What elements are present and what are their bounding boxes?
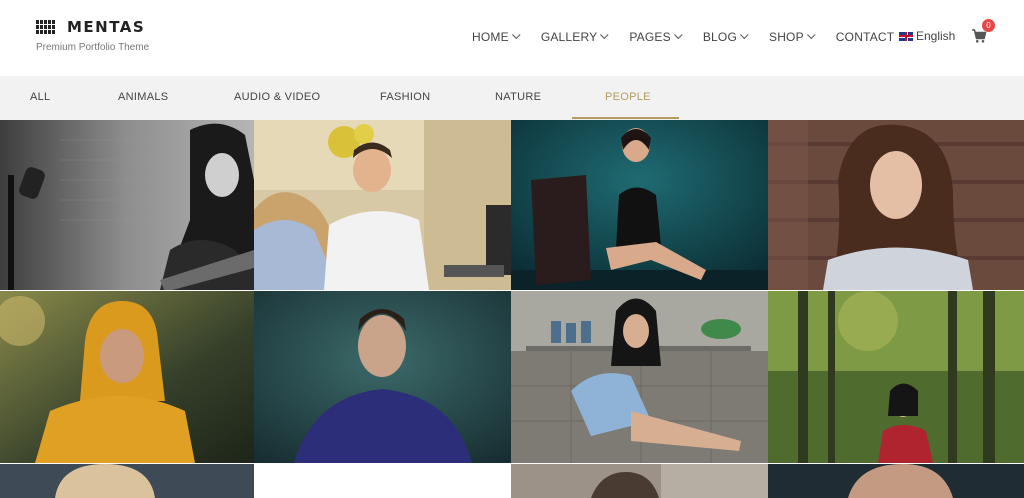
chevron-down-icon: [600, 30, 609, 40]
filter-animals[interactable]: ANIMALS: [118, 91, 168, 103]
brand-tagline: Premium Portfolio Theme: [36, 42, 150, 53]
gallery-item-man-portrait[interactable]: [768, 464, 1024, 498]
nav-item-label: CONTACT: [835, 30, 895, 44]
gallery-item-portrait[interactable]: [511, 464, 768, 498]
active-filter-indicator: [572, 117, 679, 119]
site-header: MENTAS Premium Portfolio Theme HOME GALL…: [0, 0, 1024, 76]
gallery-item-forest-woman[interactable]: [768, 291, 1024, 463]
brand-name: MENTAS: [67, 18, 146, 36]
cart-count-badge: 0: [982, 19, 995, 32]
filter-people[interactable]: PEOPLE: [605, 91, 651, 103]
filter-nature[interactable]: NATURE: [495, 91, 541, 103]
portfolio-grid: [0, 120, 1024, 498]
nav-item-shop[interactable]: SHOP: [768, 30, 816, 44]
nav-item-label: PAGES: [629, 30, 671, 44]
nav-item-label: HOME: [472, 30, 509, 44]
nav-item-label: GALLERY: [540, 30, 598, 44]
nav-item-blog[interactable]: BLOG: [702, 30, 749, 44]
chevron-down-icon: [740, 30, 749, 40]
filter-fashion[interactable]: FASHION: [380, 91, 430, 103]
gallery-item-yellow-hoodie-man[interactable]: [0, 291, 254, 463]
site-logo[interactable]: MENTAS: [36, 18, 145, 36]
nav-item-label: BLOG: [702, 30, 737, 44]
gallery-item-blank[interactable]: [254, 464, 511, 498]
gallery-item-blonde-woman[interactable]: [0, 464, 254, 498]
chevron-down-icon: [806, 30, 816, 40]
gallery-item-teal-chair-woman[interactable]: [511, 120, 768, 290]
nav-item-home[interactable]: HOME: [472, 30, 521, 44]
gallery-item-kitchen-woman[interactable]: [511, 291, 768, 463]
gallery-item-office-meeting[interactable]: [254, 120, 511, 290]
gallery-item-blue-shirt-man[interactable]: [254, 291, 511, 463]
gallery-item-guitar-woman[interactable]: [0, 120, 254, 290]
chevron-down-icon: [673, 30, 683, 40]
main-nav: HOME GALLERY PAGES BLOG SHOP CONTACT: [472, 29, 894, 45]
chevron-down-icon: [511, 30, 521, 40]
nav-item-label: SHOP: [768, 30, 804, 44]
portfolio-filter-bar: ALL ANIMALS AUDIO & VIDEO FASHION NATURE…: [0, 76, 1024, 120]
filter-audio-video[interactable]: AUDIO & VIDEO: [234, 91, 320, 103]
filter-all[interactable]: ALL: [30, 91, 50, 103]
nav-item-pages[interactable]: PAGES: [629, 30, 683, 44]
nav-item-gallery[interactable]: GALLERY: [541, 30, 609, 44]
language-selector[interactable]: English: [899, 29, 955, 43]
gallery-item-wood-portrait-woman[interactable]: [768, 120, 1024, 290]
logo-grid-icon: [36, 19, 56, 35]
language-label: English: [916, 29, 956, 43]
nav-item-contact[interactable]: CONTACT: [836, 30, 895, 44]
uk-flag-icon: [899, 31, 913, 41]
